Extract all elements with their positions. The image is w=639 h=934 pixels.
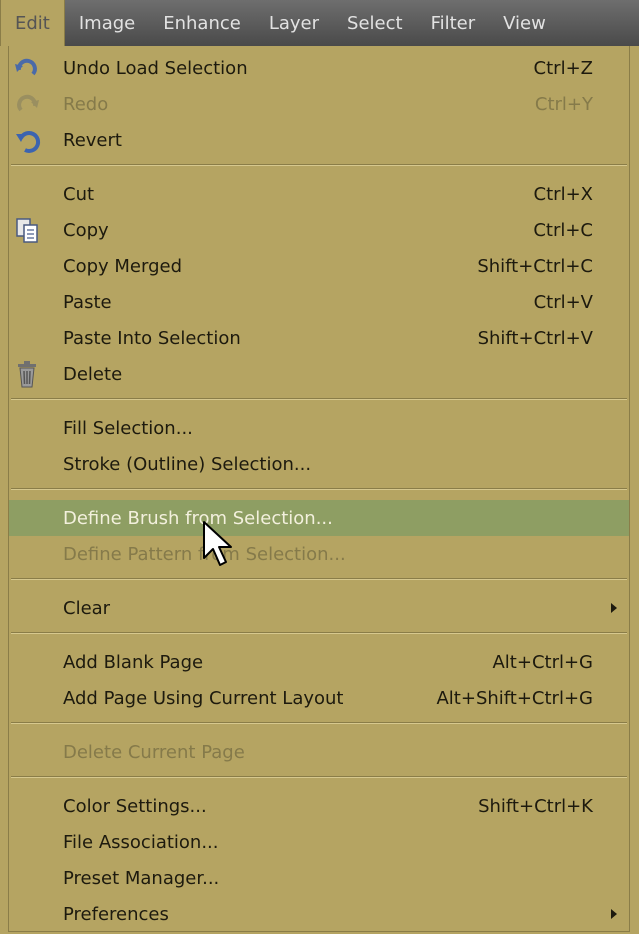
menu-item-label: Revert (63, 129, 122, 151)
menu-item-color-settings[interactable]: Color Settings... Shift+Ctrl+K (9, 788, 629, 824)
menu-item-label: Preset Manager... (63, 867, 220, 889)
revert-icon (16, 130, 41, 153)
menu-item-label: Undo Load Selection (63, 57, 248, 79)
menu-separator (11, 722, 627, 724)
menu-separator (11, 632, 627, 634)
menu-item-label: Paste Into Selection (63, 327, 241, 349)
menu-item-label: Stroke (Outline) Selection... (63, 453, 312, 475)
menu-separator (11, 398, 627, 400)
mouse-pointer-icon (203, 521, 232, 566)
menu-item-define-brush[interactable]: Define Brush from Selection... (9, 500, 629, 536)
edit-dropdown-menu: Undo Load Selection Ctrl+Z Redo Ctrl+Y R… (8, 46, 630, 932)
menu-item-stroke-selection[interactable]: Stroke (Outline) Selection... (9, 446, 629, 482)
menu-layer[interactable]: Layer (255, 0, 333, 46)
menu-separator (11, 488, 627, 490)
menu-item-undo[interactable]: Undo Load Selection Ctrl+Z (9, 50, 629, 86)
menu-enhance[interactable]: Enhance (149, 0, 255, 46)
menu-bar: Edit Image Enhance Layer Select Filter V… (0, 0, 639, 46)
menu-item-add-blank-page[interactable]: Add Blank Page Alt+Ctrl+G (9, 644, 629, 680)
submenu-arrow-icon (611, 909, 617, 919)
menu-item-label: Add Blank Page (63, 651, 204, 673)
menu-item-label: Define Brush from Selection... (63, 507, 333, 529)
menu-item-label: Clear (63, 597, 111, 619)
menu-item-shortcut: Shift+Ctrl+V (477, 327, 593, 349)
menu-item-shortcut: Alt+Shift+Ctrl+G (436, 687, 593, 709)
menu-item-shortcut: Alt+Ctrl+G (492, 651, 593, 673)
submenu-arrow-icon (611, 603, 617, 613)
menu-separator (11, 164, 627, 166)
menu-item-label: Delete (63, 363, 123, 385)
menu-item-label: Cut (63, 183, 95, 205)
menu-item-shortcut: Shift+Ctrl+K (478, 795, 593, 817)
menu-item-shortcut: Ctrl+Z (533, 57, 593, 79)
menu-item-label: Redo (63, 93, 109, 115)
menu-item-shortcut: Ctrl+Y (534, 93, 593, 115)
menu-edit[interactable]: Edit (0, 0, 65, 46)
menu-item-cut[interactable]: Cut Ctrl+X (9, 176, 629, 212)
menu-item-label: Copy (63, 219, 109, 241)
menu-separator (11, 578, 627, 580)
menu-item-add-page-current-layout[interactable]: Add Page Using Current Layout Alt+Shift+… (9, 680, 629, 716)
menu-item-label: Preferences (63, 903, 169, 925)
menu-item-redo[interactable]: Redo Ctrl+Y (9, 86, 629, 122)
menu-item-label: Paste (63, 291, 112, 313)
menu-item-delete[interactable]: Delete (9, 356, 629, 392)
redo-icon (17, 94, 39, 112)
menu-image[interactable]: Image (65, 0, 149, 46)
menu-item-label: Fill Selection... (63, 417, 193, 439)
menu-item-shortcut: Ctrl+V (533, 291, 593, 313)
menu-item-fill-selection[interactable]: Fill Selection... (9, 410, 629, 446)
menu-item-copy[interactable]: Copy Ctrl+C (9, 212, 629, 248)
menu-item-label: Add Page Using Current Layout (63, 687, 344, 709)
menu-item-paste[interactable]: Paste Ctrl+V (9, 284, 629, 320)
menu-select[interactable]: Select (333, 0, 417, 46)
undo-icon (15, 58, 37, 76)
menu-item-file-association[interactable]: File Association... (9, 824, 629, 860)
menu-item-preferences[interactable]: Preferences (9, 896, 629, 932)
menu-item-shortcut: Ctrl+X (533, 183, 593, 205)
menu-item-shortcut: Shift+Ctrl+C (477, 255, 593, 277)
menu-item-clear[interactable]: Clear (9, 590, 629, 626)
menu-item-define-pattern[interactable]: Define Pattern from Selection... (9, 536, 629, 572)
copy-icon (16, 218, 38, 243)
menu-item-preset-manager[interactable]: Preset Manager... (9, 860, 629, 896)
menu-item-revert[interactable]: Revert (9, 122, 629, 158)
menu-item-delete-current-page[interactable]: Delete Current Page (9, 734, 629, 770)
menu-item-label: Color Settings... (63, 795, 207, 817)
menu-view[interactable]: View (489, 0, 560, 46)
menu-filter[interactable]: Filter (417, 0, 490, 46)
menu-item-paste-into-selection[interactable]: Paste Into Selection Shift+Ctrl+V (9, 320, 629, 356)
menu-item-label: Copy Merged (63, 255, 182, 277)
menu-separator (11, 776, 627, 778)
menu-item-copy-merged[interactable]: Copy Merged Shift+Ctrl+C (9, 248, 629, 284)
menu-item-shortcut: Ctrl+C (533, 219, 593, 241)
trash-icon (18, 361, 36, 388)
menu-item-label: File Association... (63, 831, 219, 853)
menu-item-label: Delete Current Page (63, 741, 245, 763)
